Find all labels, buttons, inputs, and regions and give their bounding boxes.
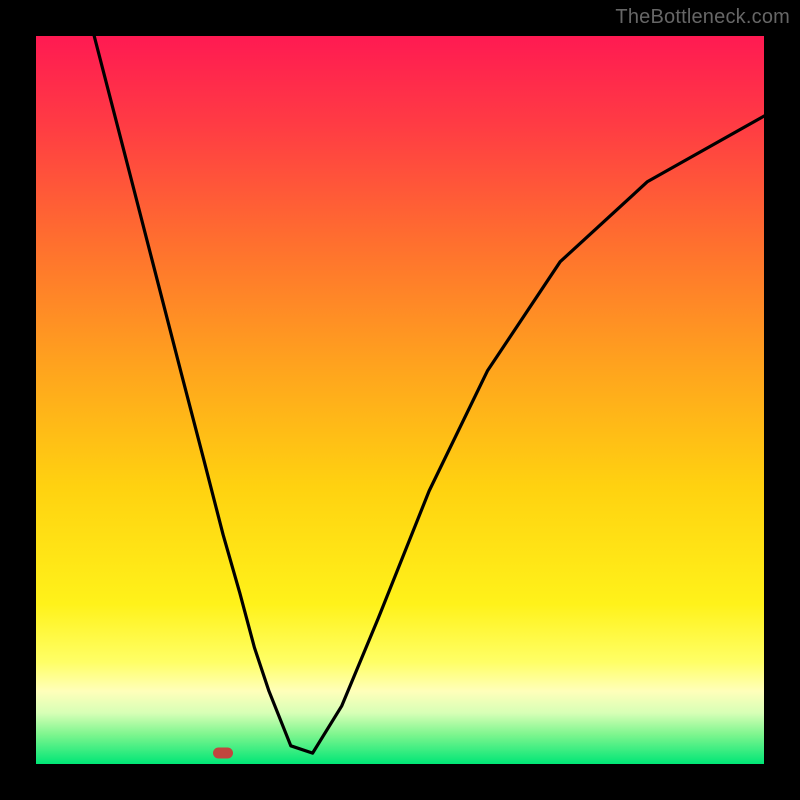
optimum-marker bbox=[213, 748, 233, 759]
attribution-label: TheBottleneck.com bbox=[615, 6, 790, 29]
gradient-background bbox=[36, 36, 764, 764]
chart-frame: TheBottleneck.com bbox=[0, 0, 800, 800]
chart-svg bbox=[36, 36, 764, 764]
plot-area bbox=[36, 36, 764, 764]
